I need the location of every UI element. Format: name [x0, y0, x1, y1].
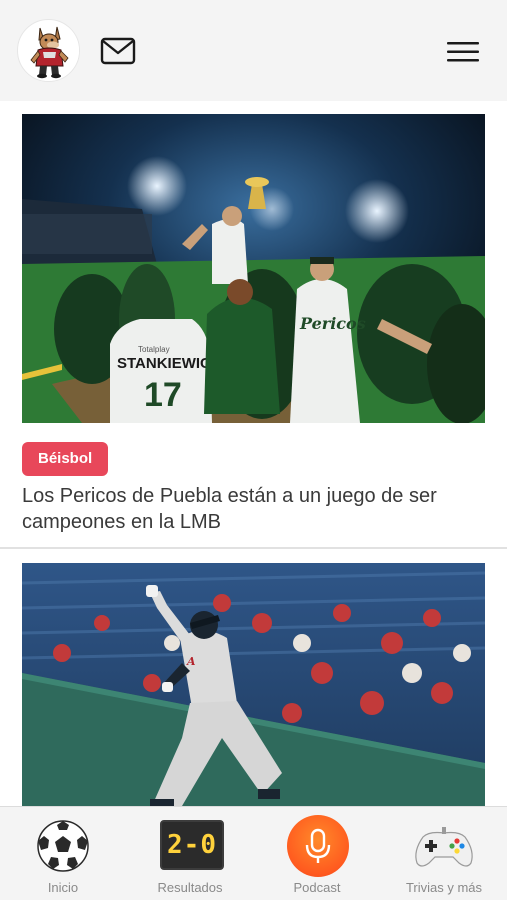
scoreboard-icon: 2-0 — [160, 820, 224, 870]
bottom-navigation: Inicio 2-0 Resultados Podcast Trivias y … — [0, 806, 507, 900]
scoreboard-score: 2-0 — [167, 830, 217, 860]
app-screen: STANKIEWICZ 17 Totalplay Pericos Béisbol… — [0, 0, 507, 900]
article-headline[interactable]: Los Pericos de Puebla están a un juego d… — [22, 483, 485, 535]
article-image-celebration[interactable]: STANKIEWICZ 17 Totalplay Pericos — [22, 114, 485, 423]
nav-label-inicio: Inicio — [47, 880, 79, 895]
article-image-baseball-player[interactable]: A — [22, 563, 485, 806]
nav-label-resultados: Resultados — [157, 880, 223, 895]
soccer-ball-icon — [36, 819, 90, 873]
nav-item-resultados[interactable]: 2-0 Resultados — [127, 807, 253, 900]
hamburger-menu-icon[interactable] — [446, 38, 480, 66]
top-header — [0, 0, 507, 101]
category-tag[interactable]: Béisbol — [22, 442, 109, 476]
jersey-brand-text: Totalplay — [138, 345, 170, 354]
nav-item-trivias[interactable]: Trivias y más — [381, 807, 507, 900]
gamepad-icon — [411, 821, 477, 871]
mascot-logo-icon[interactable] — [17, 19, 80, 82]
jersey-name-text: STANKIEWICZ — [117, 355, 220, 372]
jersey-number-text: 17 — [144, 376, 182, 414]
nav-item-inicio[interactable]: Inicio — [0, 807, 126, 900]
nav-label-trivias: Trivias y más — [405, 880, 483, 895]
mail-icon[interactable] — [100, 36, 136, 66]
microphone-icon — [287, 815, 349, 877]
nav-item-podcast[interactable]: Podcast — [254, 807, 380, 900]
nav-label-podcast: Podcast — [293, 880, 341, 895]
article-divider — [0, 547, 507, 549]
chest-script-text: Pericos — [299, 314, 366, 333]
news-feed[interactable]: STANKIEWICZ 17 Totalplay Pericos Béisbol… — [0, 101, 507, 806]
svg-text:A: A — [186, 655, 196, 668]
